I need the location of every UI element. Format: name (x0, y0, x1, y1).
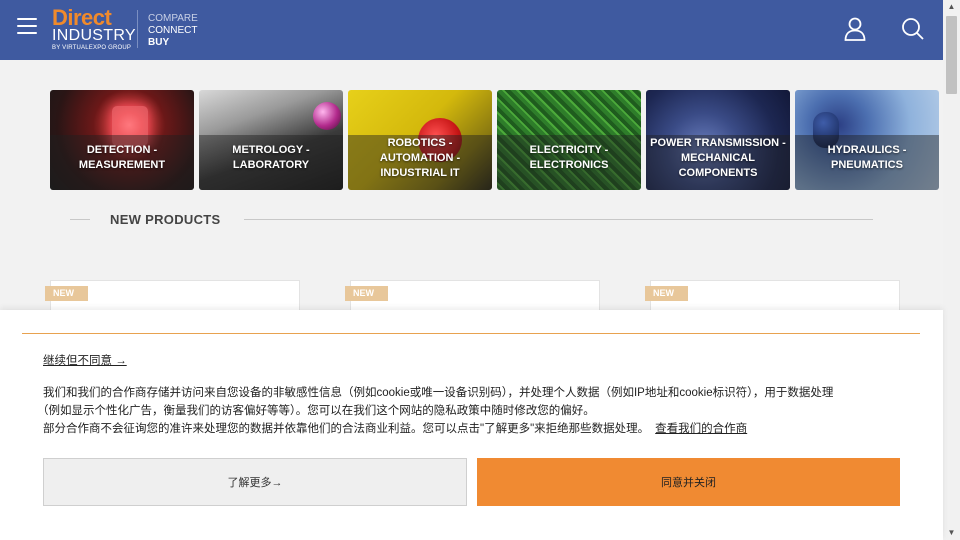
scroll-down-arrow-icon[interactable]: ▼ (943, 526, 960, 540)
category-electricity-electronics[interactable]: ELECTRICITY - ELECTRONICS (497, 90, 641, 190)
user-icon[interactable] (842, 16, 868, 42)
tagline-connect: CONNECT (148, 25, 198, 36)
category-tiles: DETECTION - MEASUREMENT METROLOGY - LABO… (50, 90, 939, 190)
category-power-transmission[interactable]: POWER TRANSMISSION - MECHANICAL COMPONEN… (646, 90, 790, 190)
consent-text-line3: 部分合作商不会征询您的准许来处理您的数据并依靠他们的合法商业利益。您可以点击"了… (43, 423, 747, 435)
continue-without-agreeing-link[interactable]: 继续但不同意 → (43, 352, 127, 368)
site-logo[interactable]: Direct INDUSTRY BY VIRTUALEXPO GROUP (52, 5, 136, 52)
scroll-up-arrow-icon[interactable]: ▲ (943, 0, 960, 14)
site-header: Direct INDUSTRY BY VIRTUALEXPO GROUP COM… (0, 0, 943, 60)
category-label: POWER TRANSMISSION - MECHANICAL COMPONEN… (650, 136, 786, 179)
category-label: METROLOGY - LABORATORY (232, 144, 310, 171)
category-label: DETECTION - MEASUREMENT (78, 144, 166, 171)
new-badge: NEW (45, 286, 88, 301)
probe-sphere-image (313, 102, 341, 130)
logo-by-text: BY VIRTUALEXPO GROUP (52, 45, 132, 51)
tagline-compare: COMPARE (148, 13, 198, 24)
new-badge: NEW (345, 286, 388, 301)
search-icon[interactable] (900, 16, 926, 42)
category-robotics-automation[interactable]: ROBOTICS - AUTOMATION - INDUSTRIAL IT (348, 90, 492, 190)
category-hydraulics-pneumatics[interactable]: HYDRAULICS - PNEUMATICS (795, 90, 939, 190)
scroll-thumb[interactable] (946, 16, 957, 94)
cookie-consent-panel: 继续但不同意 → 我们和我们的合作商存储并访问来自您设备的非敏感性信息（例如co… (0, 310, 943, 540)
consent-text-line2: （例如显示个性化广告，衡量我们的访客偏好等等）。您可以在我们这个网站的隐私政策中… (37, 405, 595, 417)
logo-industry-text: INDUSTRY (52, 27, 136, 44)
category-label: ROBOTICS - AUTOMATION - INDUSTRIAL IT (379, 136, 461, 179)
learn-more-button[interactable]: 了解更多→ (43, 458, 467, 506)
logo-divider (137, 10, 138, 48)
view-partners-link[interactable]: 查看我们的合作商 (655, 423, 747, 435)
category-detection-measurement[interactable]: DETECTION - MEASUREMENT (50, 90, 194, 190)
logo-direct-text: Direct (52, 5, 112, 30)
new-badge: NEW (645, 286, 688, 301)
hamburger-menu-icon[interactable] (17, 18, 37, 34)
category-label: HYDRAULICS - PNEUMATICS (827, 144, 907, 171)
section-title: NEW PRODUCTS (110, 212, 221, 227)
consent-divider (22, 333, 920, 334)
page-scrollbar[interactable]: ▲ ▼ (943, 0, 960, 540)
tagline: COMPARE CONNECT BUY (148, 13, 198, 49)
consent-text-line1: 我们和我们的合作商存储并访问来自您设备的非敏感性信息（例如cookie或唯一设备… (43, 387, 834, 399)
consent-text-line3-body: 部分合作商不会征询您的准许来处理您的数据并依靠他们的合法商业利益。您可以点击"了… (43, 423, 650, 435)
section-divider-right (244, 219, 873, 220)
category-label: ELECTRICITY - ELECTRONICS (529, 144, 609, 171)
tagline-buy: BUY (148, 37, 170, 48)
consent-text: 我们和我们的合作商存储并访问来自您设备的非敏感性信息（例如cookie或唯一设备… (37, 384, 913, 438)
category-metrology-laboratory[interactable]: METROLOGY - LABORATORY (199, 90, 343, 190)
section-divider-left (70, 219, 90, 220)
agree-and-close-button[interactable]: 同意并关闭 (477, 458, 900, 506)
